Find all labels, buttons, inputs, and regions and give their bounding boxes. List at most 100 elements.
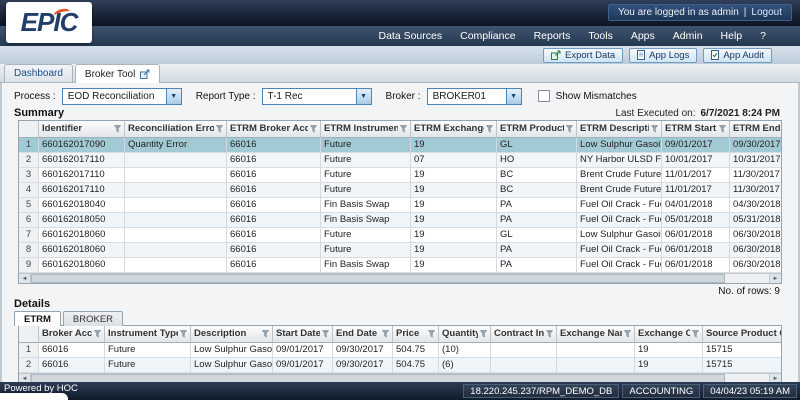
broker-select[interactable]: BROKER01 ▼ bbox=[426, 87, 522, 105]
row-number: 1 bbox=[19, 138, 39, 153]
column-header-etrm-description[interactable]: ETRM Description bbox=[577, 121, 662, 138]
audit-icon bbox=[711, 50, 720, 60]
column-header-etrm-start-date[interactable]: ETRM Start Date bbox=[662, 121, 730, 138]
column-header-contract-info[interactable]: Contract Info bbox=[491, 326, 557, 343]
scrollbar-thumb[interactable] bbox=[31, 374, 725, 382]
filter-icon[interactable] bbox=[400, 125, 407, 133]
table-row[interactable]: 4 660162017110 66016 Future 19 BC Brent Crude … bbox=[19, 183, 781, 198]
cell bbox=[125, 243, 227, 258]
column-header-etrm-exchange-code[interactable]: ETRM Exchange Code bbox=[411, 121, 497, 138]
filter-icon[interactable] bbox=[262, 330, 269, 338]
table-row[interactable]: 1 660162017090 Quantity Error 66016 Future 19… bbox=[19, 138, 781, 153]
filter-icon[interactable] bbox=[566, 125, 573, 133]
scrollbar-thumb[interactable] bbox=[31, 274, 725, 283]
table-row[interactable]: 8 660162018060 66016 Future 19 PA Fuel Oil Cra… bbox=[19, 243, 781, 258]
column-header-price[interactable]: Price bbox=[393, 326, 439, 343]
nav-item-data-sources[interactable]: Data Sources bbox=[378, 30, 442, 42]
scrollbar-track[interactable] bbox=[31, 374, 769, 382]
scroll-right-icon[interactable]: ► bbox=[769, 374, 781, 382]
column-header-etrm-broker-account[interactable]: ETRM Broker Account bbox=[227, 121, 321, 138]
scroll-left-icon[interactable]: ◄ bbox=[19, 374, 31, 382]
logout-link[interactable]: Logout bbox=[751, 7, 782, 18]
show-mismatches-checkbox[interactable] bbox=[537, 90, 550, 102]
cell bbox=[125, 198, 227, 213]
cell: 19 bbox=[411, 228, 497, 243]
filter-icon[interactable] bbox=[719, 125, 726, 133]
nav-item-question-mark[interactable]: ? bbox=[760, 30, 766, 42]
details-tab-broker[interactable]: BROKER bbox=[62, 311, 124, 326]
filter-icon[interactable] bbox=[486, 125, 493, 133]
broker-value: BROKER01 bbox=[432, 90, 486, 102]
table-row[interactable]: 9 660162018060 66016 Fin Basis Swap 19 PA Fuel… bbox=[19, 258, 781, 273]
export-data-button[interactable]: Export Data bbox=[543, 47, 624, 63]
cell: 660162018060 bbox=[39, 228, 125, 243]
column-header-start-date[interactable]: Start Date bbox=[273, 326, 333, 343]
scrollbar-track[interactable] bbox=[31, 274, 769, 283]
column-header-label: Price bbox=[396, 328, 420, 339]
column-header-identifier[interactable]: Identifier bbox=[39, 121, 125, 138]
table-row[interactable]: 5 660162018040 66016 Fin Basis Swap 19 PA Fuel… bbox=[19, 198, 781, 213]
tab-broker-tool[interactable]: Broker Tool bbox=[74, 64, 161, 83]
filter-icon[interactable] bbox=[546, 330, 553, 338]
module-name: ACCOUNTING bbox=[622, 384, 701, 398]
details-tab-etrm[interactable]: ETRM bbox=[14, 311, 61, 326]
filter-icon[interactable] bbox=[382, 330, 389, 338]
nav-item-apps[interactable]: Apps bbox=[631, 30, 655, 42]
cell: 66016 bbox=[39, 358, 105, 373]
filter-icon[interactable] bbox=[624, 330, 631, 338]
table-row[interactable]: 266016FutureLow Sulphur Gasoil Fut09/01/… bbox=[19, 358, 781, 373]
column-header-exchange-name[interactable]: Exchange Name bbox=[557, 326, 635, 343]
column-header-etrm-product-code[interactable]: ETRM Product Code bbox=[497, 121, 577, 138]
column-header-source-product-code[interactable]: Source Product Code bbox=[703, 326, 781, 343]
column-header-label: Exchange Name bbox=[560, 328, 622, 339]
filter-icon[interactable] bbox=[180, 330, 187, 338]
report-type-select[interactable]: T-1 Rec ▼ bbox=[261, 87, 372, 105]
filter-icon[interactable] bbox=[94, 330, 101, 338]
nav-item-admin[interactable]: Admin bbox=[673, 30, 703, 42]
column-header-quantity[interactable]: Quantity bbox=[439, 326, 491, 343]
tab-dashboard[interactable]: Dashboard bbox=[4, 64, 73, 82]
nav-item-help[interactable]: Help bbox=[721, 30, 743, 42]
column-header-broker-account[interactable]: Broker Account bbox=[39, 326, 105, 343]
cell: 06/30/2018 bbox=[730, 258, 781, 273]
cell: PA bbox=[497, 258, 577, 273]
table-row[interactable]: 3 660162017110 66016 Future 19 BC Brent Crude … bbox=[19, 168, 781, 183]
table-row[interactable]: 2 660162017110 66016 Future 07 HO NY Harbor UL… bbox=[19, 153, 781, 168]
table-row[interactable]: 166016FutureLow Sulphur Gasoil Fut09/01/… bbox=[19, 343, 781, 358]
app-audit-button[interactable]: App Audit bbox=[703, 47, 772, 63]
app-logo[interactable]: EPIC bbox=[6, 2, 92, 43]
cell: Future bbox=[321, 168, 411, 183]
filter-icon[interactable] bbox=[480, 330, 487, 338]
filter-icon[interactable] bbox=[216, 125, 223, 133]
summary-grid: Identifier Reconciliation Error ETRM Broke… bbox=[19, 121, 781, 273]
table-row[interactable]: 7 660162018060 66016 Future 19 GL Low Sulphur … bbox=[19, 228, 781, 243]
cell: 66016 bbox=[227, 153, 321, 168]
filter-icon[interactable] bbox=[322, 330, 329, 338]
column-header-etrm-end-date[interactable]: ETRM End Date bbox=[730, 121, 781, 138]
app-logs-button[interactable]: App Logs bbox=[629, 47, 698, 63]
details-hscrollbar[interactable]: ◄ ► bbox=[19, 373, 781, 382]
column-header-reconciliation-error[interactable]: Reconciliation Error bbox=[125, 121, 227, 138]
popout-icon[interactable] bbox=[140, 69, 150, 79]
column-header-instrument-type[interactable]: Instrument Type bbox=[105, 326, 191, 343]
chevron-down-icon: ▼ bbox=[355, 88, 371, 104]
filter-icon[interactable] bbox=[428, 330, 435, 338]
filter-icon[interactable] bbox=[692, 330, 699, 338]
cell: BC bbox=[497, 183, 577, 198]
table-row[interactable]: 6 660162018050 66016 Fin Basis Swap 19 PA Fuel… bbox=[19, 213, 781, 228]
column-header-exchange-code[interactable]: Exchange Code bbox=[635, 326, 703, 343]
scroll-left-icon[interactable]: ◄ bbox=[19, 274, 31, 283]
summary-hscrollbar[interactable]: ◄ ► bbox=[19, 273, 781, 283]
filter-icon[interactable] bbox=[310, 125, 317, 133]
column-header-description[interactable]: Description bbox=[191, 326, 273, 343]
filter-icon[interactable] bbox=[651, 125, 658, 133]
scroll-right-icon[interactable]: ► bbox=[769, 274, 781, 283]
column-header-end-date[interactable]: End Date bbox=[333, 326, 393, 343]
nav-item-tools[interactable]: Tools bbox=[588, 30, 613, 42]
nav-item-compliance[interactable]: Compliance bbox=[460, 30, 515, 42]
cell bbox=[125, 228, 227, 243]
column-header-etrm-instrument-type[interactable]: ETRM Instrument Type bbox=[321, 121, 411, 138]
filter-icon[interactable] bbox=[114, 125, 121, 133]
nav-item-reports[interactable]: Reports bbox=[534, 30, 571, 42]
process-select[interactable]: EOD Reconciliation ▼ bbox=[61, 87, 182, 105]
